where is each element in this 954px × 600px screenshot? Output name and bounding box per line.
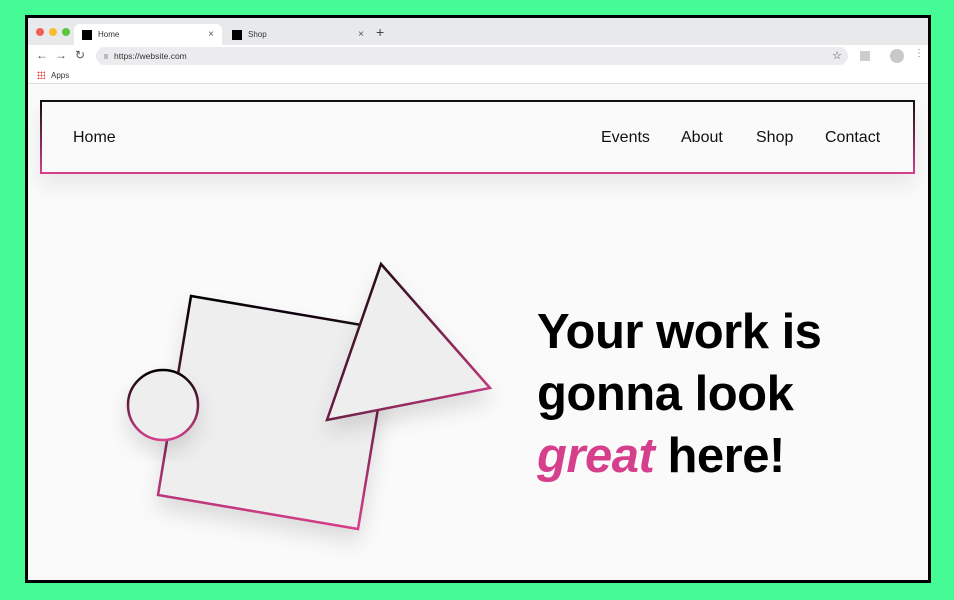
- hero-headline: Your work is gonna look great here!: [537, 301, 822, 487]
- headline-line-2: gonna look: [537, 367, 794, 421]
- headline-emphasis: great: [537, 429, 655, 483]
- headline-line-1: Your work is: [537, 305, 822, 359]
- headline-line-3-rest: here!: [654, 429, 785, 483]
- circle-shape: [126, 368, 200, 442]
- headline-line-3: great here!: [537, 425, 821, 487]
- browser-window: Home × Shop × + ← → ↻ https://website.co…: [25, 15, 931, 583]
